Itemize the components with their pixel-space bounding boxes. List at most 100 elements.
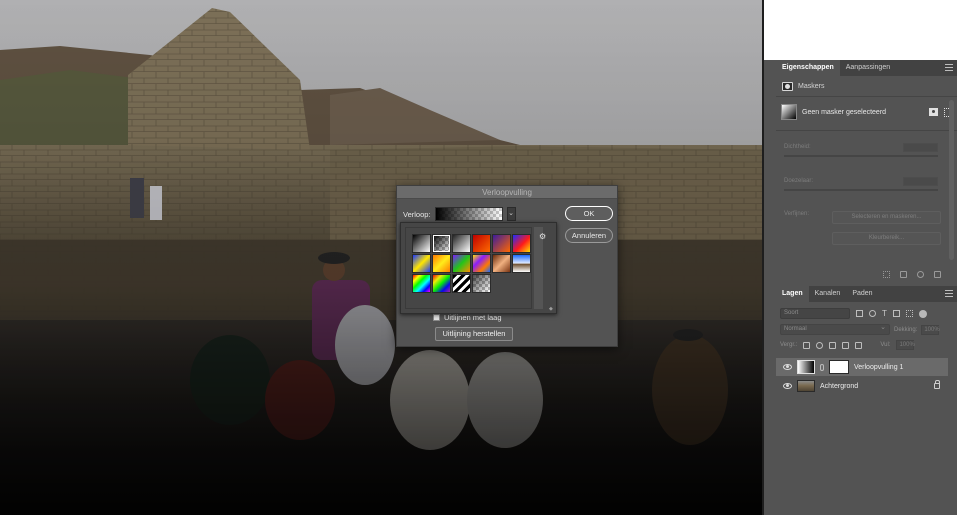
mask-icon xyxy=(782,82,793,91)
layer-filter-row: Soort T xyxy=(780,308,927,319)
lock-icon[interactable] xyxy=(934,380,940,389)
cancel-button[interactable]: Annuleren xyxy=(565,228,613,243)
gradient-swatch-transparent-stripes[interactable] xyxy=(452,274,471,293)
gradient-swatch-chrome[interactable] xyxy=(512,254,531,273)
masks-title: Maskers xyxy=(798,83,825,90)
lock-artboard-icon[interactable] xyxy=(842,341,850,349)
layer-row-background[interactable]: Achtergrond xyxy=(776,377,948,395)
fill-label: Vul: xyxy=(880,342,891,348)
eye-icon[interactable] xyxy=(783,383,792,389)
gear-icon[interactable]: ⚙ xyxy=(539,232,546,241)
gradient-swatch-spectrum[interactable] xyxy=(412,274,431,293)
mask-status-row: Geen masker geselecteerd xyxy=(781,104,953,120)
type-filter-icon[interactable]: T xyxy=(882,309,887,318)
density-label: Dichtheid: xyxy=(784,144,811,150)
divider xyxy=(776,96,957,97)
tab-properties[interactable]: Eigenschappen xyxy=(776,60,840,76)
tab-layers[interactable]: Lagen xyxy=(776,286,809,302)
density-field xyxy=(903,143,938,152)
gradient-fill-dialog: Verloopvulling Verloop: ⌄ OK Annuleren U… xyxy=(396,185,618,347)
load-selection-icon[interactable] xyxy=(883,271,890,278)
gradient-swatch-black-white-2[interactable] xyxy=(452,234,471,253)
gradient-row: Verloop: ⌄ xyxy=(403,207,516,221)
gradient-swatch-blue-yellow-blue[interactable] xyxy=(412,254,431,273)
tab-paths[interactable]: Paden xyxy=(846,286,878,302)
feather-field xyxy=(903,177,938,186)
divider xyxy=(776,130,957,131)
adjustment-filter-icon[interactable] xyxy=(869,310,876,317)
gradient-preview[interactable] xyxy=(434,207,503,221)
layer-mask-thumbnail[interactable] xyxy=(829,360,849,374)
visibility-icon[interactable] xyxy=(917,271,924,278)
panel-menu-icon[interactable] xyxy=(945,290,953,298)
apply-mask-icon[interactable] xyxy=(900,271,907,278)
gradient-swatch-violet-orange[interactable] xyxy=(492,234,511,253)
gradient-swatch-copper[interactable] xyxy=(492,254,511,273)
gradient-picker-popup: ◆ xyxy=(400,222,557,314)
ok-button[interactable]: OK xyxy=(565,206,613,221)
properties-footer-icons xyxy=(883,271,941,278)
background-thumbnail[interactable] xyxy=(797,380,815,392)
gradient-swatch-blue-red-yellow[interactable] xyxy=(512,234,531,253)
select-and-mask-button: Selecteren en maskeren... xyxy=(832,211,941,224)
feather-label: Doezelaar: xyxy=(784,178,814,184)
gradient-thumbnail xyxy=(781,104,797,120)
masks-header: Maskers xyxy=(782,82,824,91)
layer-kind-filter[interactable]: Soort xyxy=(780,308,850,319)
tab-adjustments[interactable]: Aanpassingen xyxy=(840,60,896,76)
layer-row-gradient-fill[interactable]: Verloopvulling 1 xyxy=(776,358,948,376)
opacity-label: Dekking: xyxy=(894,326,918,333)
lock-position-icon[interactable] xyxy=(829,341,837,349)
link-icon[interactable] xyxy=(820,363,824,371)
shape-filter-icon[interactable] xyxy=(892,310,900,317)
add-pixel-mask-icon[interactable] xyxy=(929,107,938,116)
feather-slider xyxy=(784,189,938,191)
image-filter-icon[interactable] xyxy=(856,310,863,317)
panel-menu-icon[interactable] xyxy=(945,64,953,72)
density-slider xyxy=(784,155,938,157)
eye-icon[interactable] xyxy=(783,364,792,370)
resize-grip-icon[interactable]: ◆ xyxy=(549,306,553,312)
reset-alignment-button[interactable]: Uitlijning herstellen xyxy=(435,327,513,341)
align-with-layer-label: Uitlijnen met laag xyxy=(444,313,502,322)
gradient-swatch-pane xyxy=(405,227,532,309)
blend-row: Normaal Dekking: 100% xyxy=(780,323,952,335)
smart-object-filter-icon[interactable] xyxy=(905,310,913,317)
gradient-label: Verloop: xyxy=(403,209,431,219)
gradient-fill-thumbnail[interactable] xyxy=(797,360,815,374)
gradient-swatch-orange-yellow-orange[interactable] xyxy=(432,254,451,273)
gradient-swatch-yellow-violet-orange-blue[interactable] xyxy=(472,254,491,273)
gradient-swatch-grid xyxy=(412,234,531,293)
document-canvas[interactable] xyxy=(0,0,762,515)
trash-icon[interactable] xyxy=(934,271,941,278)
lock-all-icon[interactable] xyxy=(855,341,863,349)
gradient-swatch-black-white[interactable] xyxy=(412,234,431,253)
lock-pixels-icon[interactable] xyxy=(816,341,824,349)
color-range-button: Kleurbereik... xyxy=(832,232,941,245)
dialog-title: Verloopvulling xyxy=(397,186,617,199)
right-panel-dock: Eigenschappen Aanpassingen Maskers Geen … xyxy=(776,60,957,515)
align-with-layer-checkbox[interactable] xyxy=(433,314,440,321)
layers-panel: Lagen Kanalen Paden Soort T Normaal Dekk… xyxy=(776,286,957,515)
lock-transparent-icon[interactable] xyxy=(803,341,811,349)
fill-field[interactable]: 100% xyxy=(896,340,915,350)
gradient-swatch-black-transparent[interactable] xyxy=(432,234,451,253)
gradient-swatch-neutral-density[interactable] xyxy=(472,274,491,293)
properties-panel: Eigenschappen Aanpassingen Maskers Geen … xyxy=(776,60,957,282)
filter-toggle[interactable] xyxy=(918,309,927,318)
layer-name[interactable]: Verloopvulling 1 xyxy=(854,364,903,371)
gradient-dropdown-button[interactable]: ⌄ xyxy=(506,207,516,221)
layer-name[interactable]: Achtergrond xyxy=(820,383,858,390)
gradient-swatch-red-orange[interactable] xyxy=(472,234,491,253)
gradient-swatch-violet-green-orange[interactable] xyxy=(452,254,471,273)
gradient-swatch-transparent-rainbow[interactable] xyxy=(432,274,451,293)
blend-mode-select[interactable]: Normaal xyxy=(780,323,890,335)
refine-label: Verfijnen: xyxy=(784,211,810,217)
layers-tabbar: Lagen Kanalen Paden xyxy=(776,286,957,302)
panel-scrollbar[interactable] xyxy=(949,100,954,260)
opacity-field[interactable]: 100% xyxy=(921,324,940,335)
tab-channels[interactable]: Kanalen xyxy=(809,286,847,302)
photo-image xyxy=(0,0,762,515)
mask-status-text: Geen masker geselecteerd xyxy=(802,108,887,116)
panel-dock-gap xyxy=(764,60,776,515)
